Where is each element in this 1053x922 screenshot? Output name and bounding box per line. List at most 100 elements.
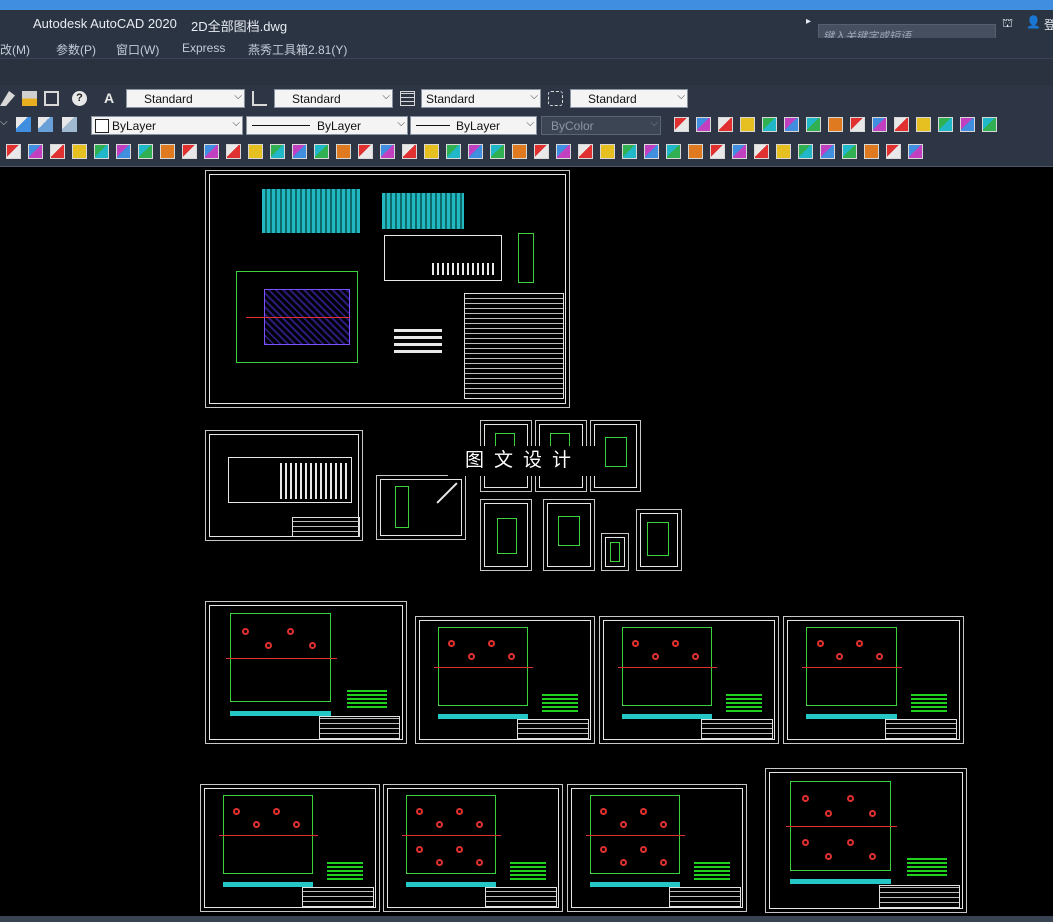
drawing-sheet-2[interactable]	[205, 430, 363, 541]
yanxiu-tool-icon[interactable]	[138, 144, 153, 159]
yanxiu-tool-icon[interactable]	[204, 144, 219, 159]
modify-tool-icon[interactable]	[674, 117, 689, 132]
layer-match-icon[interactable]	[62, 117, 77, 132]
yanxiu-tool-icon[interactable]	[94, 144, 109, 159]
yanxiu-tool-icon[interactable]	[864, 144, 879, 159]
dimension-style-icon[interactable]	[252, 91, 267, 106]
yanxiu-tool-icon[interactable]	[28, 144, 43, 159]
multileader-style-select[interactable]: Standard ⌵	[570, 89, 688, 108]
yanxiu-tool-icon[interactable]	[446, 144, 461, 159]
modify-tool-icon[interactable]	[718, 117, 733, 132]
drawing-sheet-assembly[interactable]	[205, 170, 570, 408]
modify-tool-icon[interactable]	[960, 117, 975, 132]
match-properties-icon[interactable]	[22, 91, 37, 106]
layer-previous-icon[interactable]	[38, 117, 53, 132]
modify-tool-icon[interactable]	[806, 117, 821, 132]
modify-tool-icon[interactable]	[762, 117, 777, 132]
drawing-sheet-plate[interactable]	[567, 784, 747, 912]
drawing-sheet-part-f[interactable]	[543, 499, 595, 571]
yanxiu-tool-icon[interactable]	[644, 144, 659, 159]
drawing-sheet-part-e[interactable]	[480, 499, 532, 571]
layer-dropdown-icon[interactable]: ⌵	[0, 117, 15, 132]
yanxiu-tool-icon[interactable]	[402, 144, 417, 159]
modify-tool-icon[interactable]	[938, 117, 953, 132]
modify-tool-icon[interactable]	[982, 117, 997, 132]
table-style-select[interactable]: Standard ⌵	[421, 89, 541, 108]
modify-tool-icon[interactable]	[916, 117, 931, 132]
dimension-style-select[interactable]: Standard ⌵	[274, 89, 393, 108]
yanxiu-tool-icon[interactable]	[160, 144, 175, 159]
yanxiu-tool-icon[interactable]	[908, 144, 923, 159]
linetype-select[interactable]: ByLayer ⌵	[246, 116, 408, 135]
calculator-icon[interactable]	[44, 91, 59, 106]
drawing-sheet-part-h[interactable]	[636, 509, 682, 571]
yanxiu-tool-icon[interactable]	[182, 144, 197, 159]
yanxiu-tool-icon[interactable]	[226, 144, 241, 159]
yanxiu-tool-icon[interactable]	[292, 144, 307, 159]
drawing-sheet-plate[interactable]	[765, 768, 967, 913]
drawing-sheet-plate[interactable]	[783, 616, 964, 744]
yanxiu-tool-icon[interactable]	[248, 144, 263, 159]
yanxiu-tool-icon[interactable]	[776, 144, 791, 159]
multileader-style-icon[interactable]	[548, 91, 563, 106]
yanxiu-tool-icon[interactable]	[754, 144, 769, 159]
yanxiu-tool-icon[interactable]	[666, 144, 681, 159]
drawing-sheet-plate[interactable]	[599, 616, 779, 744]
yanxiu-tool-icon[interactable]	[314, 144, 329, 159]
layer-states-icon[interactable]	[16, 117, 31, 132]
yanxiu-tool-icon[interactable]	[578, 144, 593, 159]
menu-modify[interactable]: 改(M)	[0, 41, 30, 58]
color-select[interactable]: ByLayer ⌵	[91, 116, 243, 135]
search-expand-icon[interactable]: ▸	[806, 16, 811, 27]
yanxiu-tool-icon[interactable]	[50, 144, 65, 159]
modify-tool-icon[interactable]	[872, 117, 887, 132]
yanxiu-tool-icon[interactable]	[270, 144, 285, 159]
binoculars-icon[interactable]: ⛫	[1002, 16, 1016, 30]
text-style-icon[interactable]: A	[104, 90, 119, 106]
drawing-sheet-plate[interactable]	[205, 601, 407, 744]
menu-window[interactable]: 窗口(W)	[116, 41, 159, 58]
yanxiu-tool-icon[interactable]	[556, 144, 571, 159]
table-style-icon[interactable]	[400, 91, 415, 106]
yanxiu-tool-icon[interactable]	[798, 144, 813, 159]
drawing-sheet-part-g[interactable]	[601, 533, 629, 571]
modify-tool-icon[interactable]	[784, 117, 799, 132]
yanxiu-tool-icon[interactable]	[72, 144, 87, 159]
yanxiu-tool-icon[interactable]	[490, 144, 505, 159]
yanxiu-tool-icon[interactable]	[886, 144, 901, 159]
yanxiu-tool-icon[interactable]	[732, 144, 747, 159]
yanxiu-tool-icon[interactable]	[468, 144, 483, 159]
yanxiu-tool-icon[interactable]	[380, 144, 395, 159]
menu-express[interactable]: Express	[182, 41, 225, 55]
text-style-select[interactable]: Standard ⌵	[126, 89, 245, 108]
drawing-sheet-plate[interactable]	[200, 784, 380, 912]
yanxiu-tool-icon[interactable]	[358, 144, 373, 159]
drawing-sheet-plate[interactable]	[383, 784, 563, 912]
pencil-icon[interactable]	[0, 91, 15, 106]
drawing-sheet-plate[interactable]	[415, 616, 595, 744]
yanxiu-tool-icon[interactable]	[842, 144, 857, 159]
yanxiu-tool-icon[interactable]	[512, 144, 527, 159]
modify-tool-icon[interactable]	[740, 117, 755, 132]
lineweight-select[interactable]: ByLayer ⌵	[410, 116, 537, 135]
menu-yanxiu-toolbox[interactable]: 燕秀工具箱2.81(Y)	[248, 41, 347, 58]
drawing-sheet-part-a[interactable]	[376, 475, 466, 540]
yanxiu-tool-icon[interactable]	[6, 144, 21, 159]
yanxiu-tool-icon[interactable]	[116, 144, 131, 159]
modify-tool-icon[interactable]	[828, 117, 843, 132]
sign-in-label[interactable]: 登	[1044, 16, 1053, 32]
yanxiu-tool-icon[interactable]	[710, 144, 725, 159]
yanxiu-tool-icon[interactable]	[600, 144, 615, 159]
menu-parametric[interactable]: 参数(P)	[56, 41, 96, 58]
yanxiu-tool-icon[interactable]	[336, 144, 351, 159]
modify-tool-icon[interactable]	[696, 117, 711, 132]
modify-tool-icon[interactable]	[850, 117, 865, 132]
modify-tool-icon[interactable]	[894, 117, 909, 132]
help-icon[interactable]: ?	[72, 91, 87, 106]
yanxiu-tool-icon[interactable]	[820, 144, 835, 159]
yanxiu-tool-icon[interactable]	[688, 144, 703, 159]
yanxiu-tool-icon[interactable]	[534, 144, 549, 159]
yanxiu-tool-icon[interactable]	[424, 144, 439, 159]
yanxiu-tool-icon[interactable]	[622, 144, 637, 159]
user-icon[interactable]: 👤	[1026, 15, 1041, 29]
